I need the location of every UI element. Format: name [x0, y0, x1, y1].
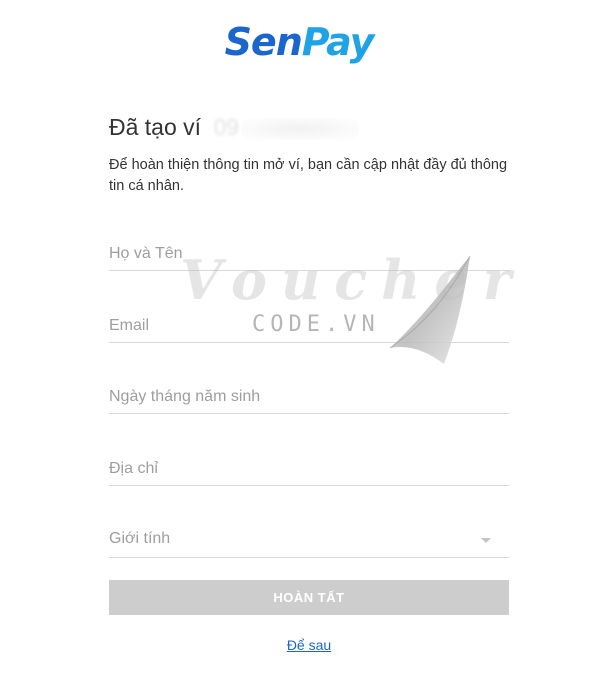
logo-part-pay: Pay	[301, 20, 375, 64]
page-title-text: Đã tạo ví	[109, 114, 202, 140]
full-name-input[interactable]	[109, 240, 509, 268]
masked-phone-number: 09	[213, 114, 240, 140]
page-title: Đã tạo ví 09	[109, 110, 360, 144]
full-name-field[interactable]	[109, 240, 509, 271]
phone-blur-mask	[241, 117, 360, 140]
logo-part-sen: Sen	[224, 20, 303, 64]
page-description: Để hoàn thiện thông tin mở ví, bạn cần c…	[109, 157, 508, 194]
address-input[interactable]	[109, 455, 509, 483]
birthdate-field[interactable]	[109, 383, 509, 414]
gender-select[interactable]: Giới tính	[109, 527, 509, 558]
skip-link[interactable]: Để sau	[0, 637, 598, 653]
birthdate-input[interactable]	[109, 383, 509, 411]
complete-button[interactable]: HOÀN TẤT	[109, 580, 509, 615]
senpay-logo: SenPay	[0, 18, 598, 66]
caret-down-icon[interactable]	[481, 538, 491, 543]
email-field[interactable]	[109, 312, 509, 343]
email-input[interactable]	[109, 312, 509, 340]
address-field[interactable]	[109, 455, 509, 486]
gender-select-label: Giới tính	[109, 530, 171, 547]
